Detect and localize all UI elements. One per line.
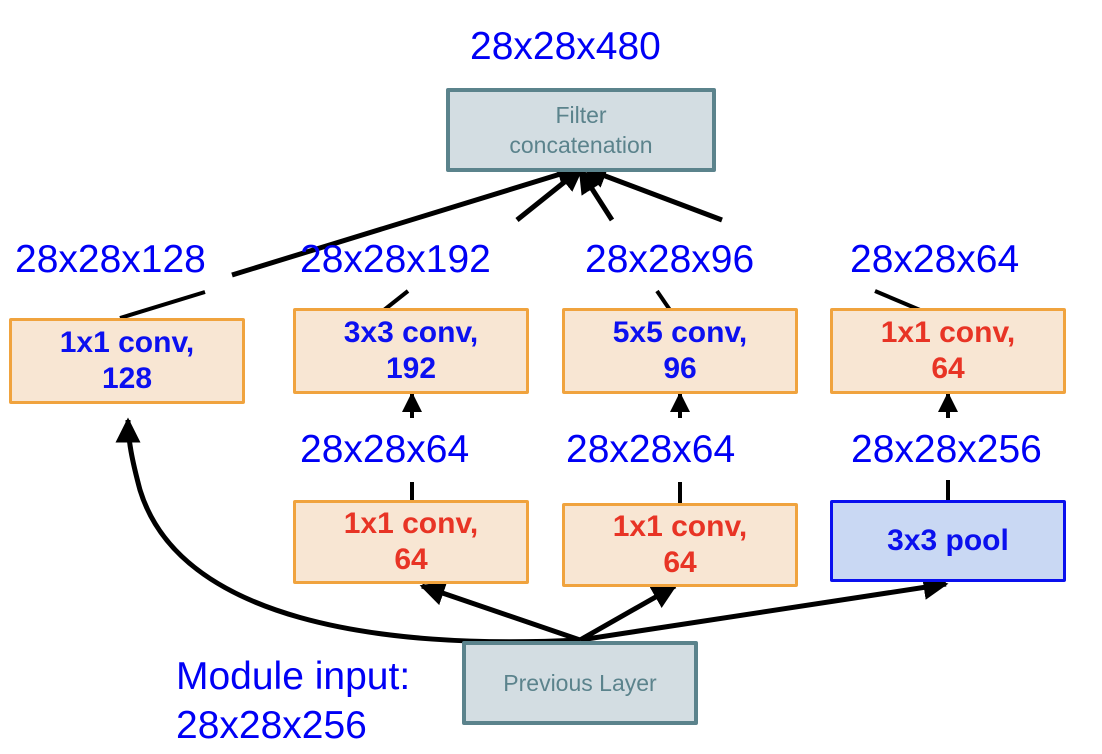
reduce-5x5-line1: 1x1 conv, xyxy=(612,510,748,543)
branch2-output-dim: 28x28x192 xyxy=(300,238,491,281)
conv3x3-192-line2: 192 xyxy=(385,352,437,385)
reduce-5x5-line2: 64 xyxy=(663,546,697,579)
arrow-input-to-pool xyxy=(579,575,949,643)
module-input-line2: 28x28x256 xyxy=(176,704,367,747)
branch4-mid-dim: 28x28x256 xyxy=(851,428,1042,471)
reduce-3x3-conv-box: 1x1 conv, 64 xyxy=(293,500,529,584)
module-input-line1: Module input: xyxy=(176,655,411,698)
inception-module-diagram: 28x28x480 Filter concatenation 28x28x128… xyxy=(0,0,1102,754)
output-dimension: 28x28x480 xyxy=(470,25,661,68)
pool-projection-line2: 64 xyxy=(931,352,965,385)
branch3-mid-dim: 28x28x64 xyxy=(566,428,736,471)
branch2-mid-dim: 28x28x64 xyxy=(300,428,470,471)
reduce-3x3-line1: 1x1 conv, xyxy=(343,507,479,540)
previous-layer-label: Previous Layer xyxy=(503,670,657,696)
conv5x5-96-line2: 96 xyxy=(663,352,697,385)
arrow-input-to-reduce3 xyxy=(419,581,581,643)
filter-concatenation-box: Filter concatenation xyxy=(446,88,716,172)
conv5x5-96-line1: 5x5 conv, xyxy=(612,316,748,349)
concat-label-line1: Filter xyxy=(555,102,607,128)
previous-layer-box: Previous Layer xyxy=(462,641,698,725)
line-conv1-up xyxy=(119,290,206,320)
conv1x1-128-line1: 1x1 conv, xyxy=(59,326,195,359)
module-input-label: Module input: 28x28x256 xyxy=(176,652,410,750)
conv3x3-192-box: 3x3 conv, 192 xyxy=(293,308,529,394)
branch3-output-dim: 28x28x96 xyxy=(585,238,755,281)
pool-projection-conv-box: 1x1 conv, 64 xyxy=(830,308,1066,394)
pool-projection-line1: 1x1 conv, xyxy=(880,316,1016,349)
pool-3x3-box: 3x3 pool xyxy=(830,500,1066,582)
concat-label-line2: concatenation xyxy=(509,132,653,158)
conv3x3-192-line1: 3x3 conv, xyxy=(343,316,479,349)
branch1-output-dim: 28x28x128 xyxy=(15,238,206,281)
reduce-5x5-conv-box: 1x1 conv, 64 xyxy=(562,503,798,587)
conv5x5-96-box: 5x5 conv, 96 xyxy=(562,308,798,394)
reduce-3x3-line2: 64 xyxy=(394,543,428,576)
conv1x1-128-box: 1x1 conv, 128 xyxy=(9,318,245,404)
branch4-output-dim: 28x28x64 xyxy=(850,238,1020,281)
conv1x1-128-line2: 128 xyxy=(101,362,153,395)
pool-3x3-label: 3x3 pool xyxy=(887,524,1009,557)
